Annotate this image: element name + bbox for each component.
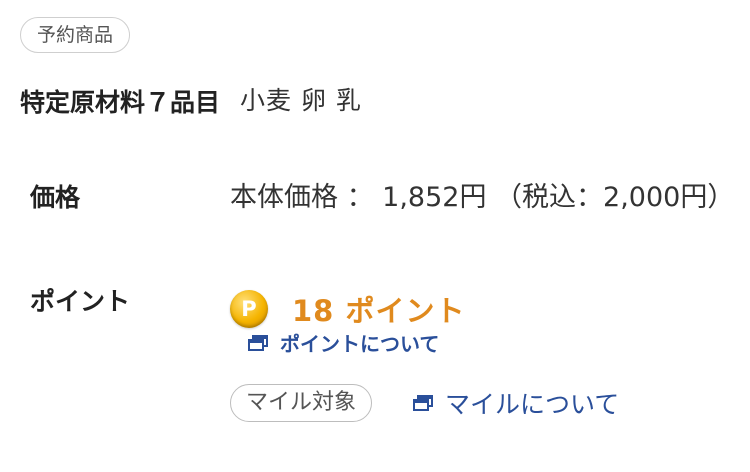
about-points-link[interactable]: ポイントについて [248, 328, 439, 357]
point-label: ポイント [30, 287, 131, 316]
price-value: 本体価格 ： 1,852円 （税込：2,000円） [230, 182, 735, 213]
new-window-icon [248, 334, 268, 351]
new-window-icon [413, 395, 433, 411]
point-amount-row: P 18 ポイント [230, 288, 465, 330]
price-label: 価格 [30, 183, 81, 212]
point-coin-icon: P [230, 290, 268, 328]
allergen-value: 小麦 卵 乳 [240, 86, 362, 115]
about-points-link-text: ポイントについて [280, 332, 440, 356]
mile-eligible-badge: マイル対象 [230, 384, 373, 422]
about-miles-link[interactable]: マイルについて [413, 385, 619, 421]
point-amount: 18 ポイント [292, 294, 466, 328]
reservation-badge: 予約商品 [20, 17, 131, 53]
allergen-label: 特定原材料７品目 [20, 88, 221, 117]
about-miles-link-text: マイルについて [445, 390, 620, 419]
